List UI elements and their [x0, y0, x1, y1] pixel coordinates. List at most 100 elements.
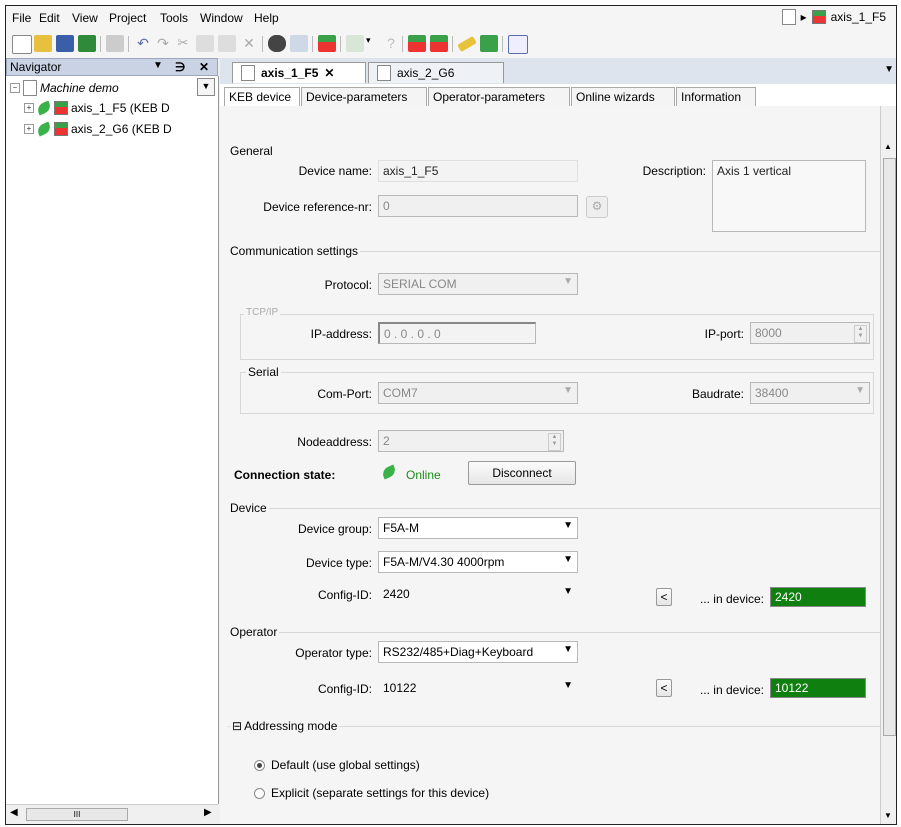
save-icon[interactable]	[56, 35, 74, 52]
tab-online-wizards[interactable]: Online wizards	[571, 87, 675, 106]
radio-button[interactable]	[254, 787, 265, 799]
scrollbar-thumb[interactable]: III	[26, 808, 128, 821]
baudrate-select[interactable]: 38400 ▼	[750, 382, 870, 404]
addressing-header[interactable]: ⊟ Addressing mode	[230, 719, 340, 733]
keb-device-icon	[54, 101, 68, 115]
tab-label: axis_2_G6	[397, 66, 455, 80]
tab-device-parameters[interactable]: Device-parameters	[301, 87, 427, 106]
expand-icon[interactable]: +	[24, 103, 34, 113]
navigator-menu-icon[interactable]: ▼	[153, 60, 163, 71]
navigator-horizontal-scrollbar[interactable]: ◀ III ▶	[6, 804, 218, 823]
menu-edit[interactable]: Edit	[39, 11, 60, 25]
print-icon[interactable]	[106, 35, 124, 52]
baudrate-value: 38400	[755, 386, 789, 400]
tab-axis-2[interactable]: axis_2_G6	[368, 62, 504, 83]
device-group-select[interactable]: F5A-M ▼	[378, 517, 578, 539]
device-type-select[interactable]: F5A-M/V4.30 4000rpm ▼	[378, 551, 578, 573]
cut-icon[interactable]: ✂	[174, 35, 192, 52]
connect-icon[interactable]	[408, 35, 426, 52]
operator-type-select[interactable]: RS232/485+Diag+Keyboard ▼	[378, 641, 578, 663]
nodeaddress-field[interactable]: 2 ▲ ▼	[378, 430, 564, 452]
download-icon[interactable]	[78, 35, 96, 52]
navigator-close-icon[interactable]: ✕	[199, 60, 209, 74]
pin-icon[interactable]: ∋	[175, 60, 185, 74]
keb-device-panel: General Device name: axis_1_F5 Descripti…	[220, 106, 880, 824]
ip-port-field[interactable]: 8000 ▲ ▼	[750, 322, 870, 344]
description-label: Description:	[642, 164, 706, 178]
scrollbar-thumb[interactable]	[883, 158, 896, 736]
protocol-select[interactable]: SERIAL COM ▼	[378, 273, 578, 295]
disconnect-button[interactable]: Disconnect	[468, 461, 576, 485]
scroll-left-icon[interactable]: ◀	[10, 807, 18, 818]
radio-default[interactable]: Default (use global settings)	[254, 758, 420, 772]
config-id-select[interactable]: 2420 ▼	[378, 583, 578, 605]
add-device-icon[interactable]	[346, 35, 364, 52]
help-icon[interactable]: ?	[382, 35, 400, 52]
menu-file[interactable]: File	[12, 11, 31, 25]
connection-state-label: Connection state:	[234, 468, 336, 482]
menu-window[interactable]: Window	[200, 11, 243, 25]
breadcrumb[interactable]: ▸ axis_1_F5	[781, 9, 886, 25]
menu-view[interactable]: View	[72, 11, 98, 25]
collapse-icon[interactable]: ⊟	[232, 719, 242, 733]
open-folder-icon[interactable]	[34, 35, 52, 52]
device-name-label: Device name:	[298, 164, 372, 178]
tab-close-icon[interactable]: ✕	[324, 66, 334, 80]
operator-config-id-select[interactable]: 10122 ▼	[378, 677, 578, 699]
copy-operator-config-button[interactable]: <	[656, 679, 672, 697]
scroll-down-icon[interactable]: ▼	[884, 811, 892, 820]
spinner-icon[interactable]: ▲ ▼	[548, 433, 561, 451]
radio-default-label: Default (use global settings)	[271, 758, 420, 772]
disconnect-icon[interactable]	[430, 35, 448, 52]
redo-icon[interactable]: ↷	[154, 35, 172, 52]
replace-icon[interactable]	[290, 35, 308, 52]
menu-tools[interactable]: Tools	[160, 11, 188, 25]
config-id-value: 2420	[383, 587, 410, 601]
new-project-icon[interactable]	[12, 35, 32, 54]
delete-icon[interactable]: ✕	[240, 35, 258, 52]
tree-item-axis-1[interactable]: + axis_1_F5 (KEB D	[24, 100, 170, 116]
radio-button-selected[interactable]	[254, 759, 265, 771]
tab-axis-1[interactable]: axis_1_F5 ✕	[232, 62, 366, 83]
tree-root-label: Machine demo	[40, 81, 119, 95]
scroll-up-icon[interactable]: ▲	[884, 142, 892, 151]
toolbar-separator	[340, 36, 341, 52]
toolbar-separator	[262, 36, 263, 52]
copy-config-button[interactable]: <	[656, 588, 672, 606]
gear-icon[interactable]: ⚙	[586, 196, 608, 218]
undo-icon[interactable]: ↶	[134, 35, 152, 52]
expand-icon[interactable]: +	[24, 124, 34, 134]
device-name-field[interactable]: axis_1_F5	[378, 160, 578, 182]
com-port-select[interactable]: COM7 ▼	[378, 382, 578, 404]
tab-list-dropdown-icon[interactable]: ▼	[884, 64, 894, 75]
description-field[interactable]: Axis 1 vertical	[712, 160, 866, 232]
general-title: General	[228, 144, 275, 158]
ip-address-field[interactable]: 0 . 0 . 0 . 0	[378, 322, 536, 344]
tab-operator-parameters[interactable]: Operator-parameters	[428, 87, 570, 106]
book-icon[interactable]	[480, 35, 498, 52]
tab-information[interactable]: Information	[676, 87, 756, 106]
radio-explicit[interactable]: Explicit (separate settings for this dev…	[254, 786, 489, 800]
key-icon[interactable]	[457, 36, 477, 52]
scroll-right-icon[interactable]: ▶	[204, 807, 212, 818]
collapse-icon[interactable]: −	[10, 83, 20, 93]
menu-help[interactable]: Help	[254, 11, 279, 25]
tab-keb-device[interactable]: KEB device	[224, 87, 300, 107]
com-port-value: COM7	[383, 386, 418, 400]
device-reference-field[interactable]: 0	[378, 195, 578, 217]
tree-root[interactable]: − Machine demo	[10, 80, 119, 96]
keb-device-icon[interactable]	[318, 35, 336, 52]
find-icon[interactable]	[268, 35, 286, 52]
online-leaf-icon	[35, 100, 53, 116]
spinner-icon[interactable]: ▲ ▼	[854, 325, 867, 343]
addressing-group	[228, 726, 880, 824]
chevron-down-icon: ▼	[855, 385, 865, 396]
chart-icon[interactable]	[508, 35, 528, 54]
tree-item-axis-2[interactable]: + axis_2_G6 (KEB D	[24, 121, 172, 137]
menu-project[interactable]: Project	[109, 11, 146, 25]
copy-icon[interactable]	[196, 35, 214, 52]
paste-icon[interactable]	[218, 35, 236, 52]
vertical-scrollbar[interactable]: ▲ ▼	[880, 106, 896, 824]
device-group-value: F5A-M	[383, 521, 419, 535]
navigator-dropdown-button[interactable]: ▼	[197, 78, 215, 96]
